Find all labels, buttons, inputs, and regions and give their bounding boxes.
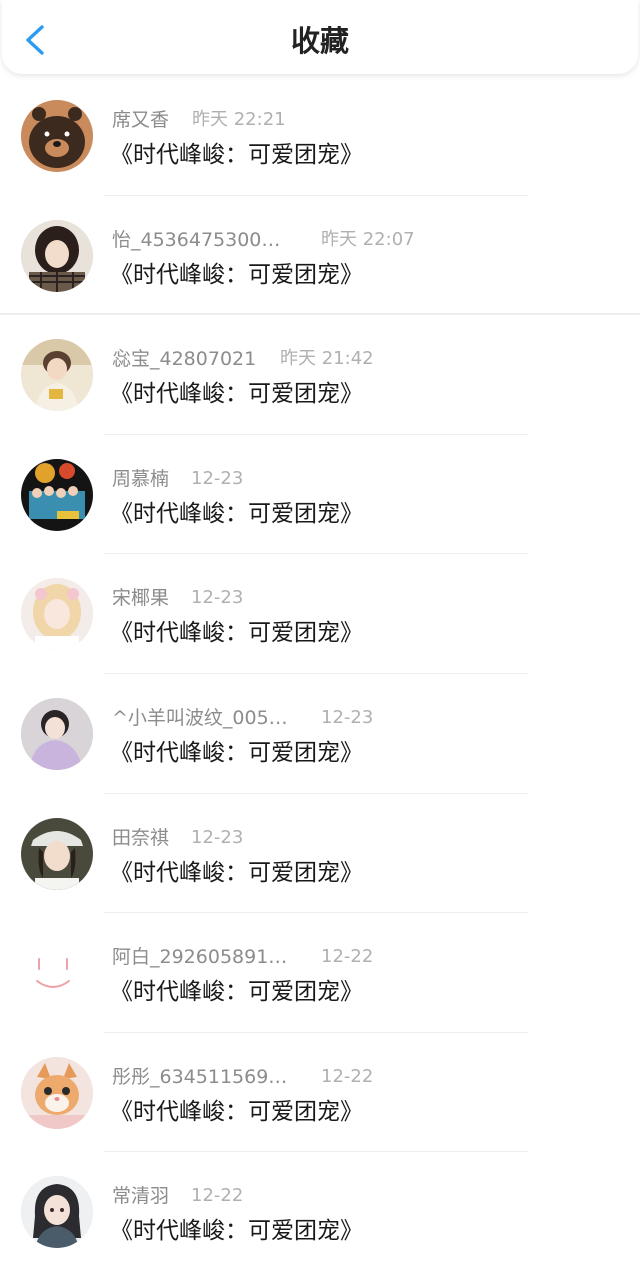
list-item[interactable]: 宋椰果 12-23 《时代峰峻：可爱团宠》 (0, 554, 640, 674)
timestamp: 12-22 (191, 1185, 244, 1207)
item-meta: 田奈祺 12-23 (112, 824, 632, 852)
timestamp: 12-23 (321, 706, 374, 728)
list-item[interactable]: 怡_4536475300… 昨天 22:07 《时代峰峻：可爱团宠》 (0, 196, 640, 316)
post-title[interactable]: 《时代峰峻：可爱团宠》 (110, 977, 363, 1007)
post-title[interactable]: 《时代峰峻：可爱团宠》 (110, 260, 363, 290)
item-meta: 周慕楠 12-23 (112, 465, 632, 493)
user-name[interactable]: 田奈祺 (112, 827, 169, 849)
post-title[interactable]: 《时代峰峻：可爱团宠》 (110, 1216, 363, 1246)
user-name[interactable]: 宋椰果 (112, 587, 169, 609)
blonde-girl-avatar[interactable] (21, 578, 93, 651)
cap-girl-avatar[interactable] (21, 817, 93, 890)
list-item[interactable]: 常清羽 12-22 《时代峰峻：可爱团宠》 (0, 1152, 640, 1272)
user-name[interactable]: 怡_4536475300… (112, 229, 280, 251)
user-name[interactable]: 席又香 (112, 109, 169, 131)
list-item[interactable]: 席又香 昨天 22:21 《时代峰峻：可爱团宠》 (0, 76, 640, 196)
post-title[interactable]: 《时代峰峻：可爱团宠》 (110, 499, 363, 529)
anime-girl-avatar[interactable] (21, 1176, 93, 1249)
list-item[interactable]: 田奈祺 12-23 《时代峰峻：可爱团宠》 (0, 794, 640, 914)
list-item[interactable]: 惢宝_42807021 昨天 21:42 《时代峰峻：可爱团宠》 (0, 315, 640, 435)
list-item[interactable]: 周慕楠 12-23 《时代峰峻：可爱团宠》 (0, 435, 640, 555)
item-meta: 彤彤_634511569… 12-22 (112, 1063, 632, 1091)
item-meta: 宋椰果 12-23 (112, 584, 632, 612)
item-meta: 席又香 昨天 22:21 (112, 106, 632, 134)
timestamp: 12-22 (321, 1065, 374, 1087)
timestamp: 昨天 22:21 (192, 109, 286, 130)
timestamp: 12-23 (191, 467, 244, 489)
user-name[interactable]: 常清羽 (112, 1185, 169, 1207)
item-meta: 怡_4536475300… 昨天 22:07 (112, 226, 632, 254)
user-name[interactable]: 阿白_292605891… (112, 946, 287, 968)
list-item[interactable]: 彤彤_634511569… 12-22 《时代峰峻：可爱团宠》 (0, 1033, 640, 1153)
timestamp: 12-22 (321, 946, 374, 968)
purple-girl-avatar[interactable] (21, 697, 93, 770)
bear-avatar[interactable] (21, 100, 93, 172)
girl-photo-avatar[interactable] (21, 219, 93, 292)
group-photo-avatar[interactable] (21, 458, 93, 531)
item-meta: 阿白_292605891… 12-22 (112, 943, 632, 971)
timestamp: 12-23 (191, 587, 244, 609)
timestamp: 昨天 21:42 (280, 348, 374, 370)
post-title[interactable]: 《时代峰峻：可爱团宠》 (110, 738, 363, 768)
timestamp: 昨天 22:07 (321, 228, 415, 250)
smile-doodle-avatar[interactable] (21, 937, 93, 1010)
user-name[interactable]: 惢宝_42807021 (112, 348, 256, 370)
kitten-avatar[interactable] (21, 1056, 93, 1129)
item-meta: 惢宝_42807021 昨天 21:42 (112, 345, 632, 373)
list-item[interactable]: ^小羊叫波纹_005… 12-23 《时代峰峻：可爱团宠》 (0, 674, 640, 794)
user-name[interactable]: 彤彤_634511569… (112, 1066, 287, 1088)
post-title[interactable]: 《时代峰峻：可爱团宠》 (110, 379, 363, 409)
page-title: 收藏 (290, 24, 349, 58)
favorites-list: 席又香 昨天 22:21 《时代峰峻：可爱团宠》 怡_4536475300… 昨… (0, 76, 640, 1272)
post-title[interactable]: 《时代峰峻：可爱团宠》 (110, 858, 363, 888)
top-bar: 收藏 (2, 0, 638, 74)
post-title[interactable]: 《时代峰峻：可爱团宠》 (110, 618, 363, 648)
user-name[interactable]: 周慕楠 (112, 468, 169, 490)
list-item[interactable]: 阿白_292605891… 12-22 《时代峰峻：可爱团宠》 (0, 913, 640, 1033)
post-title[interactable]: 《时代峰峻：可爱团宠》 (110, 1097, 363, 1127)
boy-photo-avatar[interactable] (21, 339, 93, 412)
user-name[interactable]: ^小羊叫波纹_005… (112, 707, 288, 729)
item-meta: ^小羊叫波纹_005… 12-23 (112, 704, 632, 732)
timestamp: 12-23 (191, 826, 244, 848)
item-meta: 常清羽 12-22 (112, 1182, 632, 1210)
post-title[interactable]: 《时代峰峻：可爱团宠》 (110, 140, 363, 170)
